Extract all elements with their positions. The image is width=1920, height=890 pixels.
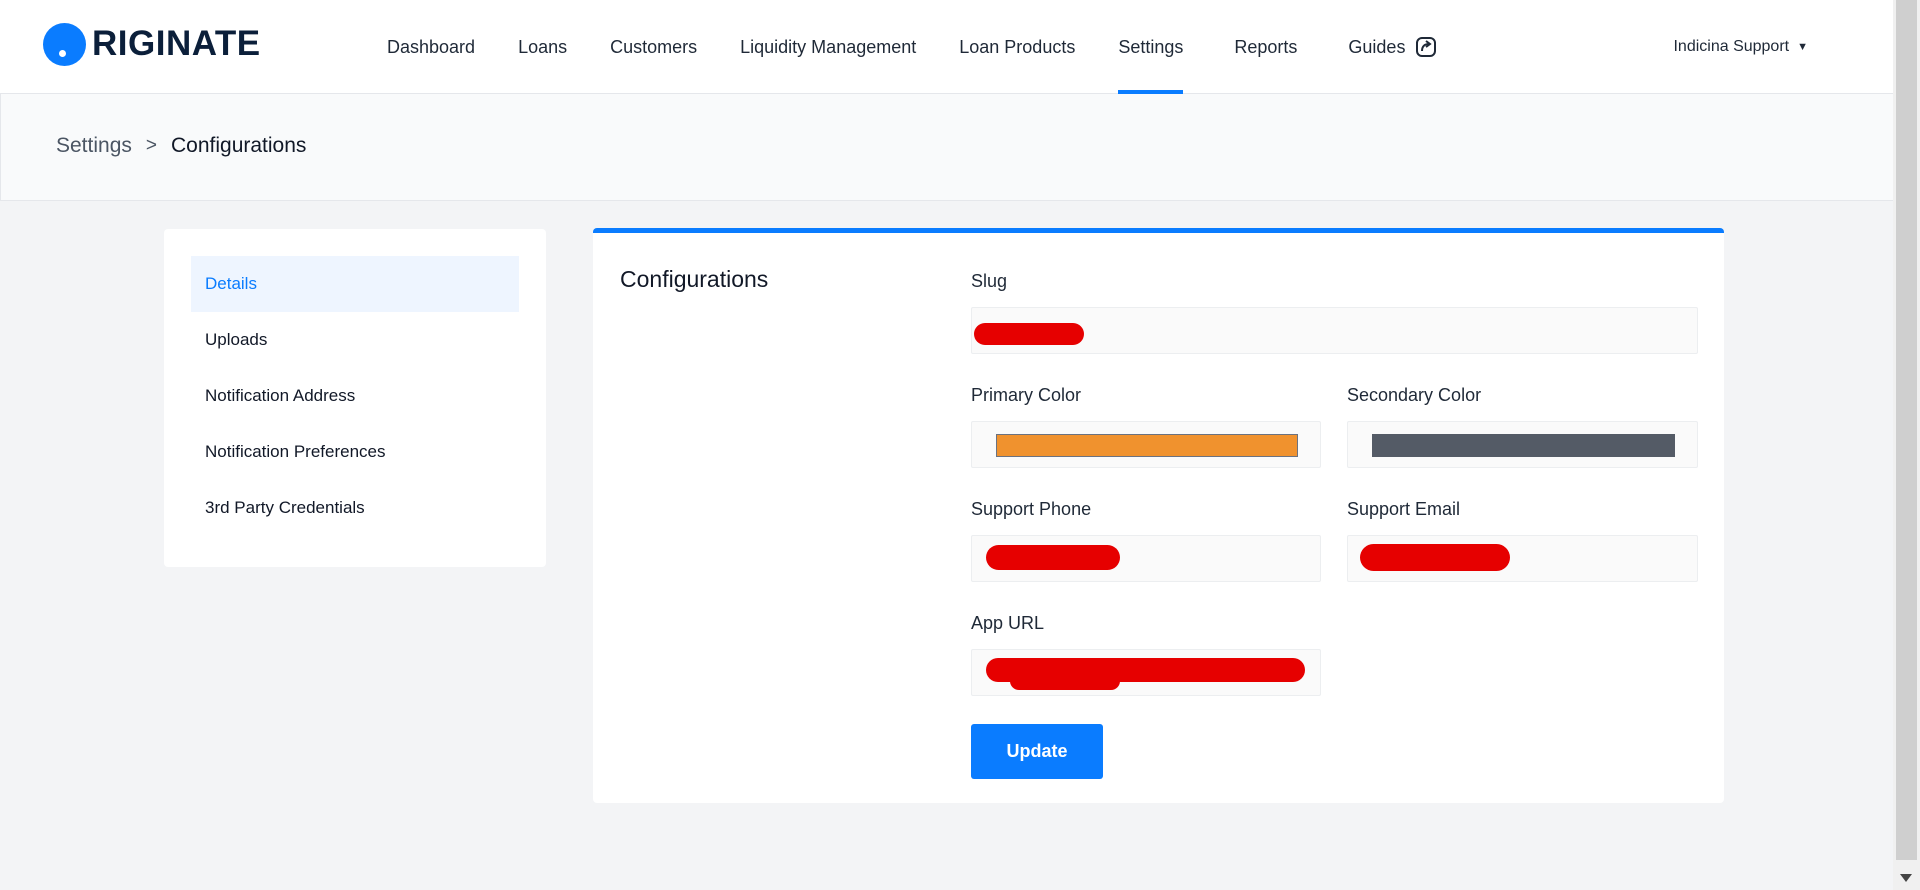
nav-item-customers[interactable]: Customers bbox=[610, 0, 697, 94]
user-menu[interactable]: Indicina Support ▼ bbox=[1673, 0, 1808, 94]
slug-label: Slug bbox=[971, 271, 1008, 291]
side-item-notification-address[interactable]: Notification Address bbox=[191, 368, 519, 424]
nav-label: Settings bbox=[1118, 36, 1184, 57]
settings-side-menu: Details Uploads Notification Address Not… bbox=[164, 229, 546, 567]
breadcrumb-separator: > bbox=[145, 135, 157, 156]
top-navigation-bar: RIGINATE Dashboard Loans Customers Liqui… bbox=[0, 0, 1893, 94]
brand-logo[interactable]: RIGINATE bbox=[43, 20, 261, 68]
side-item-3rd-party-credentials[interactable]: 3rd Party Credentials bbox=[191, 480, 519, 536]
breadcrumb-band: Settings > Configurations bbox=[0, 94, 1893, 201]
external-link-icon bbox=[1415, 36, 1437, 58]
side-item-details[interactable]: Details bbox=[191, 256, 519, 312]
breadcrumb: Settings > Configurations bbox=[56, 134, 306, 158]
secondary-color-picker[interactable] bbox=[1347, 421, 1698, 468]
nav-label: Customers bbox=[610, 36, 698, 57]
side-item-label: Notification Preferences bbox=[205, 442, 386, 461]
primary-color-picker[interactable] bbox=[971, 421, 1321, 468]
redacted-value bbox=[1010, 672, 1120, 690]
support-phone-label: Support Phone bbox=[971, 499, 1092, 519]
nav-label: Liquidity Management bbox=[740, 36, 917, 57]
scrollbar-thumb[interactable] bbox=[1896, 0, 1917, 860]
redacted-value bbox=[1360, 544, 1510, 571]
support-phone-input[interactable] bbox=[971, 535, 1321, 582]
redacted-value bbox=[974, 323, 1084, 345]
side-item-label: 3rd Party Credentials bbox=[205, 498, 365, 517]
nav-label: Loan Products bbox=[959, 36, 1076, 57]
app-root: RIGINATE Dashboard Loans Customers Liqui… bbox=[0, 0, 1893, 890]
nav-label: Loans bbox=[518, 36, 568, 57]
redacted-value bbox=[986, 545, 1120, 570]
support-email-input[interactable] bbox=[1347, 535, 1698, 582]
primary-color-swatch bbox=[996, 434, 1298, 457]
main-nav: Dashboard Loans Customers Liquidity Mana… bbox=[370, 0, 1437, 94]
nav-item-loan-products[interactable]: Loan Products bbox=[959, 0, 1075, 94]
nav-item-reports[interactable]: Reports bbox=[1234, 0, 1297, 94]
section-title: Configurations bbox=[620, 266, 769, 292]
nav-item-liquidity-management[interactable]: Liquidity Management bbox=[740, 0, 916, 94]
user-name: Indicina Support bbox=[1673, 38, 1790, 55]
page-scrollbar[interactable] bbox=[1893, 0, 1920, 890]
slug-input[interactable] bbox=[971, 307, 1698, 354]
nav-item-dashboard[interactable]: Dashboard bbox=[387, 0, 475, 94]
nav-label: Dashboard bbox=[387, 36, 476, 57]
secondary-color-label: Secondary Color bbox=[1347, 385, 1482, 405]
app-url-input[interactable] bbox=[971, 649, 1321, 696]
secondary-color-swatch bbox=[1372, 434, 1675, 457]
logo-text: RIGINATE bbox=[92, 24, 261, 63]
primary-color-label: Primary Color bbox=[971, 385, 1082, 405]
breadcrumb-configurations: Configurations bbox=[171, 134, 307, 157]
side-item-uploads[interactable]: Uploads bbox=[191, 312, 519, 368]
logo-mark-icon bbox=[43, 22, 86, 66]
nav-label: Guides bbox=[1348, 36, 1406, 57]
app-url-label: App URL bbox=[971, 613, 1045, 633]
scroll-down-arrow-icon[interactable] bbox=[1900, 874, 1912, 882]
nav-label: Reports bbox=[1234, 36, 1298, 57]
update-button[interactable]: Update bbox=[971, 724, 1103, 779]
side-item-label: Details bbox=[205, 274, 257, 293]
configurations-card: Configurations Slug Primary Color Second… bbox=[593, 228, 1724, 803]
side-item-label: Uploads bbox=[205, 330, 268, 349]
nav-item-loans[interactable]: Loans bbox=[518, 0, 567, 94]
nav-item-guides[interactable]: Guides bbox=[1348, 0, 1437, 94]
support-email-label: Support Email bbox=[1347, 499, 1461, 519]
caret-down-icon: ▼ bbox=[1797, 41, 1808, 53]
side-item-label: Notification Address bbox=[205, 386, 356, 405]
side-item-notification-preferences[interactable]: Notification Preferences bbox=[191, 424, 519, 480]
side-menu-list: Details Uploads Notification Address Not… bbox=[191, 256, 519, 536]
nav-item-settings[interactable]: Settings bbox=[1118, 0, 1184, 94]
breadcrumb-settings[interactable]: Settings bbox=[56, 134, 132, 158]
